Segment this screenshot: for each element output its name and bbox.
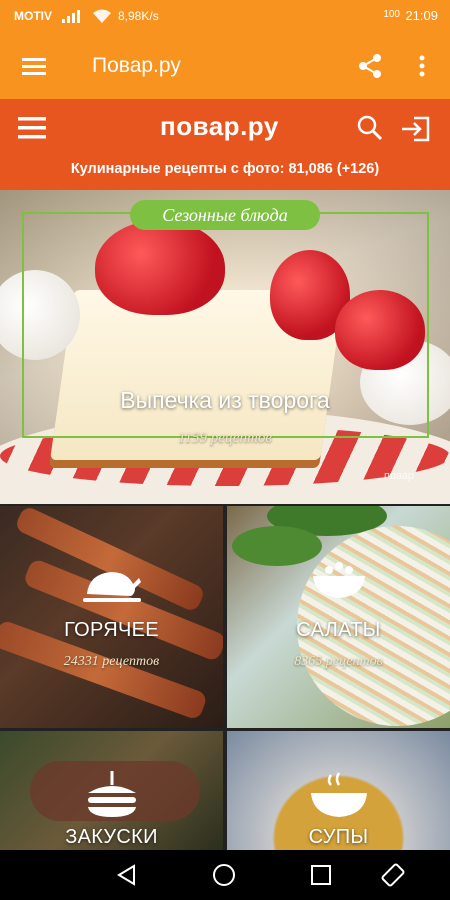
soup-bowl-icon xyxy=(309,771,369,826)
more-vertical-icon[interactable] xyxy=(412,51,432,81)
category-count: 24331 рецептов xyxy=(63,654,160,669)
site-header: повар.ру Кулинарные рецепты с фото: 81,0… xyxy=(0,99,450,190)
back-icon[interactable] xyxy=(114,862,140,888)
category-name: ГОРЯЧЕЕ xyxy=(64,619,159,641)
hero-title: Выпечка из творога xyxy=(120,387,330,413)
category-name: СУПЫ xyxy=(308,826,369,848)
seasonal-badge: Сезонные блюда xyxy=(130,200,320,230)
battery-indicator: 100 xyxy=(383,9,400,20)
seasonal-dish-card[interactable]: Сезонные блюда Выпечка из творога 1159 р… xyxy=(0,190,450,504)
category-tile-hot[interactable]: ГОРЯЧЕЕ 24331 рецептов xyxy=(0,506,223,728)
network-speed: 8,98K/s xyxy=(118,9,159,23)
site-menu-icon[interactable] xyxy=(18,113,48,143)
salad-bowl-icon xyxy=(311,560,367,605)
category-name: ЗАКУСКИ xyxy=(65,826,158,848)
share-icon[interactable] xyxy=(356,51,384,81)
wifi-icon xyxy=(92,8,112,27)
watermark: повар xyxy=(384,470,415,482)
home-icon[interactable] xyxy=(211,862,237,888)
category-count: 8365 рецептов xyxy=(294,654,383,669)
app-bar: Повар.ру xyxy=(0,33,450,99)
category-tile-salads[interactable]: САЛАТЫ 8365 рецептов xyxy=(227,506,450,728)
recents-icon[interactable] xyxy=(308,862,334,888)
sandwich-icon xyxy=(84,771,140,826)
category-tile-soups[interactable]: СУПЫ xyxy=(227,731,450,850)
hero-recipe-count: 1159 рецептов xyxy=(178,430,272,446)
rotate-icon[interactable] xyxy=(380,862,406,888)
login-icon[interactable] xyxy=(400,115,432,143)
signal-icon xyxy=(62,9,84,26)
category-tile-snacks[interactable]: ЗАКУСКИ xyxy=(0,731,223,850)
hamburger-menu-icon[interactable] xyxy=(22,52,48,80)
category-name: САЛАТЫ xyxy=(296,619,381,641)
search-icon[interactable] xyxy=(357,115,383,141)
site-tagline: Кулинарные рецепты с фото: 81,086 (+126) xyxy=(70,161,380,177)
clock: 21:09 xyxy=(405,8,438,23)
carrier-name: MOTIV xyxy=(14,9,52,23)
app-title: Повар.ру xyxy=(92,54,181,77)
roast-chicken-icon xyxy=(81,560,143,611)
site-logo[interactable]: повар.ру xyxy=(160,111,279,142)
system-nav-bar xyxy=(0,850,450,900)
status-bar: MOTIV 8,98K/s 100 21:09 xyxy=(0,0,450,33)
